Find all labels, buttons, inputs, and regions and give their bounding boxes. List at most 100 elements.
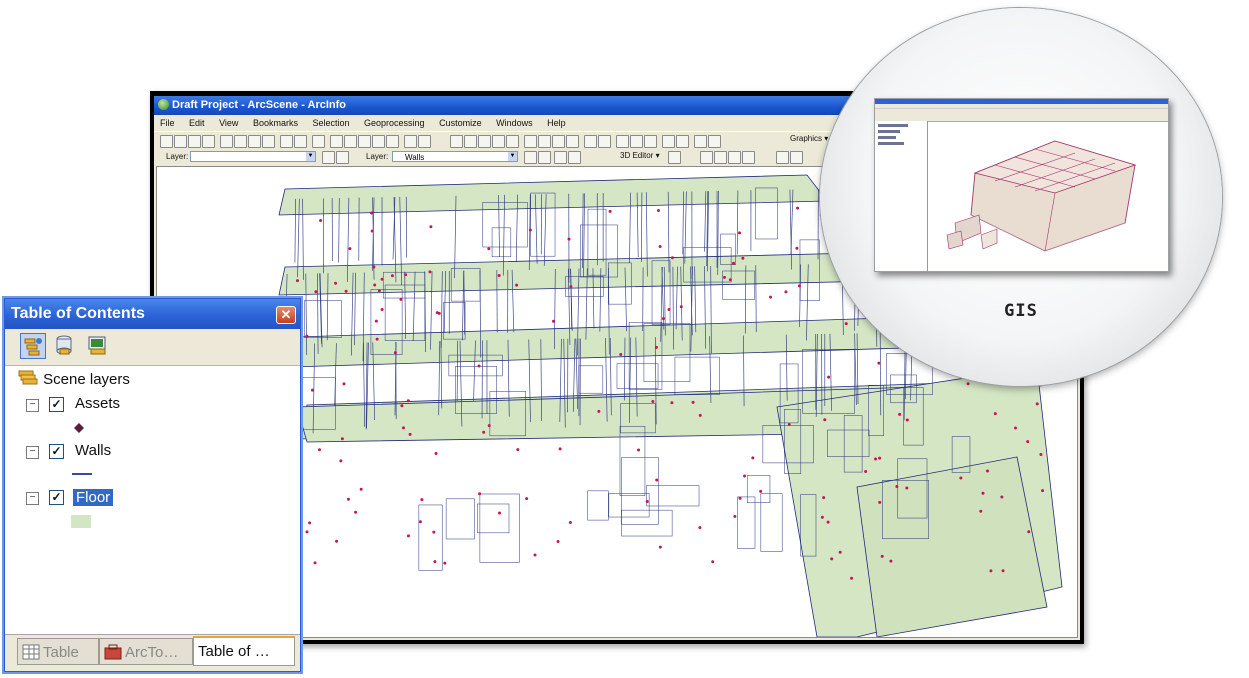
3d-editor-menu[interactable]: 3D Editor ▾ [620,151,660,160]
menu-windows[interactable]: Windows [490,115,539,131]
asset-point [408,432,412,436]
add-data-icon[interactable] [312,135,325,148]
effects-icon[interactable] [322,151,335,164]
asset-point [1026,440,1030,444]
zoom-out-icon[interactable] [538,135,551,148]
split-icon[interactable] [728,151,741,164]
floor-slab [278,252,878,296]
tab-arctoolbox[interactable]: ArcTo… [99,638,193,665]
help-icon[interactable] [418,135,431,148]
list-by-drawing-order-icon[interactable] [20,333,46,359]
face-culling-icon[interactable] [568,151,581,164]
asset-point [874,457,878,461]
tab-table-of-contents[interactable]: Table of … [193,636,295,666]
layout-icon[interactable] [330,135,343,148]
menu-selection[interactable]: Selection [306,115,355,131]
reshape-icon[interactable] [714,151,727,164]
menu-view[interactable]: View [213,115,244,131]
hyperlink-icon[interactable] [644,135,657,148]
collapse-walls-icon[interactable]: − [26,446,39,459]
create-features-icon[interactable] [790,151,803,164]
identify-icon[interactable] [630,135,643,148]
asset-point [741,256,745,260]
clear-selection-icon[interactable] [598,135,611,148]
menu-help[interactable]: Help [541,115,572,131]
floor-visibility-checkbox[interactable]: ✓ [49,490,64,505]
zoom-in-icon[interactable] [524,135,537,148]
mini-arcscene-screenshot [874,98,1169,272]
set-observer-icon[interactable] [506,135,519,148]
fly-icon[interactable] [464,135,477,148]
menu-edit[interactable]: Edit [183,115,211,131]
asset-point [305,530,309,534]
layer-assets[interactable]: Assets [75,393,120,415]
layer-dropdown[interactable]: ▼ [190,151,316,162]
arctoolbox-icon[interactable] [372,135,385,148]
graphics-menu[interactable]: Graphics ▾ [790,134,828,143]
menu-bookmarks[interactable]: Bookmarks [247,115,304,131]
toc-titlebar[interactable]: Table of Contents ✕ [5,299,300,329]
room-frame [445,498,475,540]
toc-title: Table of Contents [11,305,145,322]
assets-visibility-checkbox[interactable]: ✓ [49,397,64,412]
toc-window-icon[interactable] [344,135,357,148]
asset-point [981,491,985,495]
tab-table[interactable]: Table [17,638,99,665]
asset-point [317,448,321,452]
room-frame [621,509,673,537]
asset-point [404,273,408,277]
model-builder-icon[interactable] [404,135,417,148]
full-extent-icon[interactable] [566,135,579,148]
delete-icon[interactable] [262,135,275,148]
undo-icon[interactable] [280,135,293,148]
pan-icon[interactable] [552,135,565,148]
edit-tool-icon[interactable] [668,151,681,164]
close-icon[interactable]: ✕ [276,306,296,324]
catalog-window-icon[interactable] [358,135,371,148]
open-icon[interactable] [174,135,187,148]
layer-floor[interactable]: Floor [73,487,114,509]
walls-layer-dropdown[interactable]: Walls ▼ [392,151,518,162]
list-by-source-icon[interactable] [52,333,78,359]
asset-point [608,209,612,213]
find-icon[interactable] [662,135,675,148]
room-frame [587,490,609,521]
attributes-icon[interactable] [742,151,755,164]
3d-effect-icon[interactable] [524,151,537,164]
transparency-icon[interactable] [336,151,349,164]
paste-icon[interactable] [248,135,261,148]
asset-point [373,283,377,287]
lighting-icon[interactable] [538,151,551,164]
menu-customize[interactable]: Customize [433,115,488,131]
shading-icon[interactable] [554,151,567,164]
python-window-icon[interactable] [386,135,399,148]
menu-file[interactable]: File [154,115,181,131]
chevron-down-icon[interactable]: ▼ [306,152,315,161]
measure-icon[interactable] [676,135,689,148]
collapse-floor-icon[interactable]: − [26,492,39,505]
cut-icon[interactable] [220,135,233,148]
scene-properties-icon[interactable] [708,135,721,148]
animation-icon[interactable] [694,135,707,148]
chevron-down-icon[interactable]: ▼ [508,152,517,161]
menu-geoprocessing[interactable]: Geoprocessing [358,115,431,131]
vertex-edit-icon[interactable] [700,151,713,164]
collapse-assets-icon[interactable]: − [26,399,39,412]
asset-point [354,510,358,514]
print-icon[interactable] [202,135,215,148]
scene-layers-group[interactable]: Scene layers [17,369,130,391]
layer-walls[interactable]: Walls [75,440,111,462]
save-icon[interactable] [188,135,201,148]
walls-visibility-checkbox[interactable]: ✓ [49,444,64,459]
asset-point [380,307,384,311]
new-document-icon[interactable] [160,135,173,148]
redo-icon[interactable] [294,135,307,148]
select-elements-icon[interactable] [616,135,629,148]
select-features-icon[interactable] [584,135,597,148]
copy-icon[interactable] [234,135,247,148]
navigate-icon[interactable] [450,135,463,148]
list-by-visibility-icon[interactable] [85,333,111,359]
sketch-properties-icon[interactable] [776,151,789,164]
center-on-target-icon[interactable] [478,135,491,148]
zoom-to-target-icon[interactable] [492,135,505,148]
